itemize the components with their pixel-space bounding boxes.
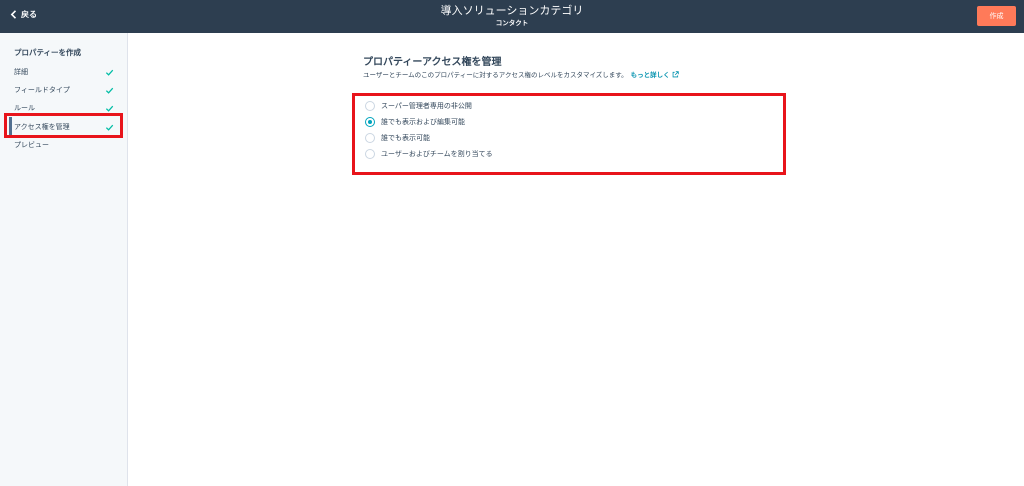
description-text: ユーザーとチームのこのプロパティーに対するアクセス権のレベルをカスタマイズします… [363, 71, 628, 79]
learn-more-label: もっと詳しく [630, 71, 670, 79]
radio-button-selected[interactable] [365, 117, 375, 127]
sidebar-item-label: フィールドタイプ [14, 86, 70, 94]
option-assign-users-teams[interactable]: ユーザーおよびチームを割り当てる [365, 148, 493, 160]
checkmark-icon [105, 69, 114, 76]
radio-button[interactable] [365, 101, 375, 111]
page-title: 導入ソリューションカテゴリ [440, 4, 584, 17]
option-label: 誰でも表示可能 [381, 134, 430, 142]
option-super-admin-private[interactable]: スーパー管理者専用の非公開 [365, 100, 472, 112]
section-title: プロパティーアクセス権を管理 [363, 57, 502, 68]
highlight-box-sidebar [4, 113, 123, 138]
sidebar-item-label: プレビュー [14, 141, 49, 149]
page-subtitle: コンタクト [495, 19, 529, 27]
radio-button[interactable] [365, 149, 375, 159]
sidebar-item-details[interactable]: 詳細 [14, 65, 114, 79]
sidebar-item-preview[interactable]: プレビュー [14, 138, 114, 152]
option-label: 誰でも表示および編集可能 [381, 118, 465, 126]
sidebar-item-label: 詳細 [14, 68, 28, 76]
option-label: ユーザーおよびチームを割り当てる [381, 150, 493, 158]
option-everyone-view-edit[interactable]: 誰でも表示および編集可能 [365, 116, 465, 128]
option-everyone-view[interactable]: 誰でも表示可能 [365, 132, 430, 144]
section-description: ユーザーとチームのこのプロパティーに対するアクセス権のレベルをカスタマイズします… [363, 69, 679, 79]
top-bar: 戻る 導入ソリューションカテゴリ コンタクト 作成 [0, 0, 1024, 33]
checkmark-icon [105, 105, 114, 112]
sidebar: プロパティーを作成 詳細 フィールドタイプ ルール アクセス権を管理 プレビュー [0, 33, 128, 486]
checkmark-icon [105, 87, 114, 94]
sidebar-heading: プロパティーを作成 [14, 48, 82, 57]
header-titles: 導入ソリューションカテゴリ コンタクト [0, 4, 1024, 28]
radio-button[interactable] [365, 133, 375, 143]
sidebar-item-field-type[interactable]: フィールドタイプ [14, 83, 114, 97]
create-button[interactable]: 作成 [977, 6, 1016, 26]
learn-more-link[interactable]: もっと詳しく [631, 71, 679, 79]
external-link-icon [672, 71, 679, 78]
option-label: スーパー管理者専用の非公開 [381, 102, 472, 110]
sidebar-item-label: ルール [14, 104, 35, 112]
